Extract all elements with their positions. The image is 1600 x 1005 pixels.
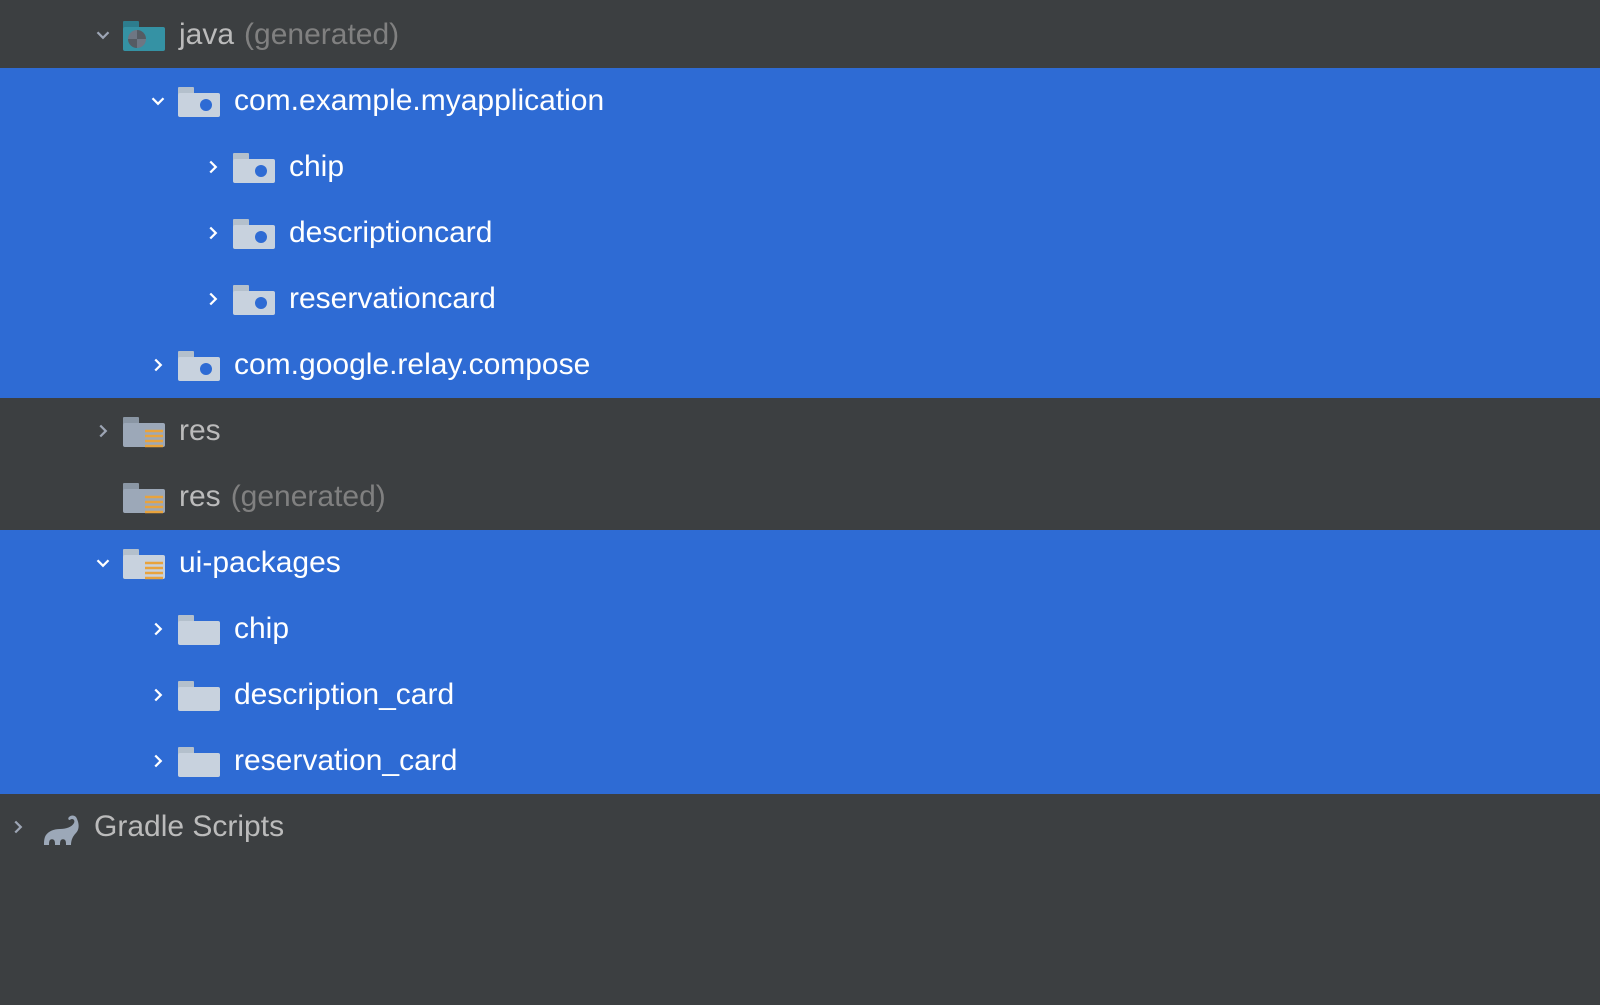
tree-node-res-generated[interactable]: res (generated) <box>0 464 1600 530</box>
resource-folder-icon <box>121 413 167 449</box>
tree-label: ui-packages <box>179 546 341 580</box>
chevron-right-icon[interactable] <box>140 750 176 772</box>
project-tree: java (generated) com.example.myapplicati… <box>0 0 1600 860</box>
tree-annotation: (generated) <box>244 18 399 52</box>
tree-label: com.example.myapplication <box>234 84 604 118</box>
gradle-icon <box>36 809 82 845</box>
tree-label: chip <box>234 612 289 646</box>
tree-node-package-descriptioncard[interactable]: descriptioncard <box>0 200 1600 266</box>
folder-generated-icon <box>121 17 167 53</box>
tree-label: res <box>179 480 221 514</box>
tree-label: reservation_card <box>234 744 457 778</box>
chevron-right-icon[interactable] <box>85 420 121 442</box>
package-folder-icon <box>176 347 222 383</box>
tree-node-ui-packages[interactable]: ui-packages <box>0 530 1600 596</box>
tree-label: Gradle Scripts <box>94 810 284 844</box>
chevron-right-icon[interactable] <box>140 354 176 376</box>
tree-node-uip-reservation-card[interactable]: reservation_card <box>0 728 1600 794</box>
tree-label: java <box>179 18 234 52</box>
chevron-down-icon[interactable] <box>85 24 121 46</box>
resource-folder-icon <box>121 545 167 581</box>
tree-node-gradle-scripts[interactable]: Gradle Scripts <box>0 794 1600 860</box>
chevron-down-icon[interactable] <box>85 552 121 574</box>
package-folder-icon <box>231 281 277 317</box>
folder-icon <box>176 743 222 779</box>
tree-label: descriptioncard <box>289 216 492 250</box>
tree-label: com.google.relay.compose <box>234 348 590 382</box>
package-folder-icon <box>231 149 277 185</box>
package-folder-icon <box>176 83 222 119</box>
chevron-right-icon[interactable] <box>195 156 231 178</box>
tree-node-package-reservationcard[interactable]: reservationcard <box>0 266 1600 332</box>
folder-icon <box>176 677 222 713</box>
tree-label: reservationcard <box>289 282 496 316</box>
chevron-down-icon[interactable] <box>140 90 176 112</box>
chevron-right-icon[interactable] <box>195 288 231 310</box>
package-folder-icon <box>231 215 277 251</box>
tree-label: res <box>179 414 221 448</box>
tree-node-uip-chip[interactable]: chip <box>0 596 1600 662</box>
tree-node-res[interactable]: res <box>0 398 1600 464</box>
tree-node-java-generated[interactable]: java (generated) <box>0 2 1600 68</box>
tree-node-package-chip[interactable]: chip <box>0 134 1600 200</box>
tree-annotation: (generated) <box>231 480 386 514</box>
tree-node-uip-description-card[interactable]: description_card <box>0 662 1600 728</box>
chevron-right-icon[interactable] <box>195 222 231 244</box>
tree-node-package-relay-compose[interactable]: com.google.relay.compose <box>0 332 1600 398</box>
chevron-right-icon[interactable] <box>140 618 176 640</box>
tree-node-package-main[interactable]: com.example.myapplication <box>0 68 1600 134</box>
folder-icon <box>176 611 222 647</box>
tree-label: description_card <box>234 678 454 712</box>
resource-folder-icon <box>121 479 167 515</box>
tree-label: chip <box>289 150 344 184</box>
chevron-right-icon[interactable] <box>0 816 36 838</box>
chevron-right-icon[interactable] <box>140 684 176 706</box>
